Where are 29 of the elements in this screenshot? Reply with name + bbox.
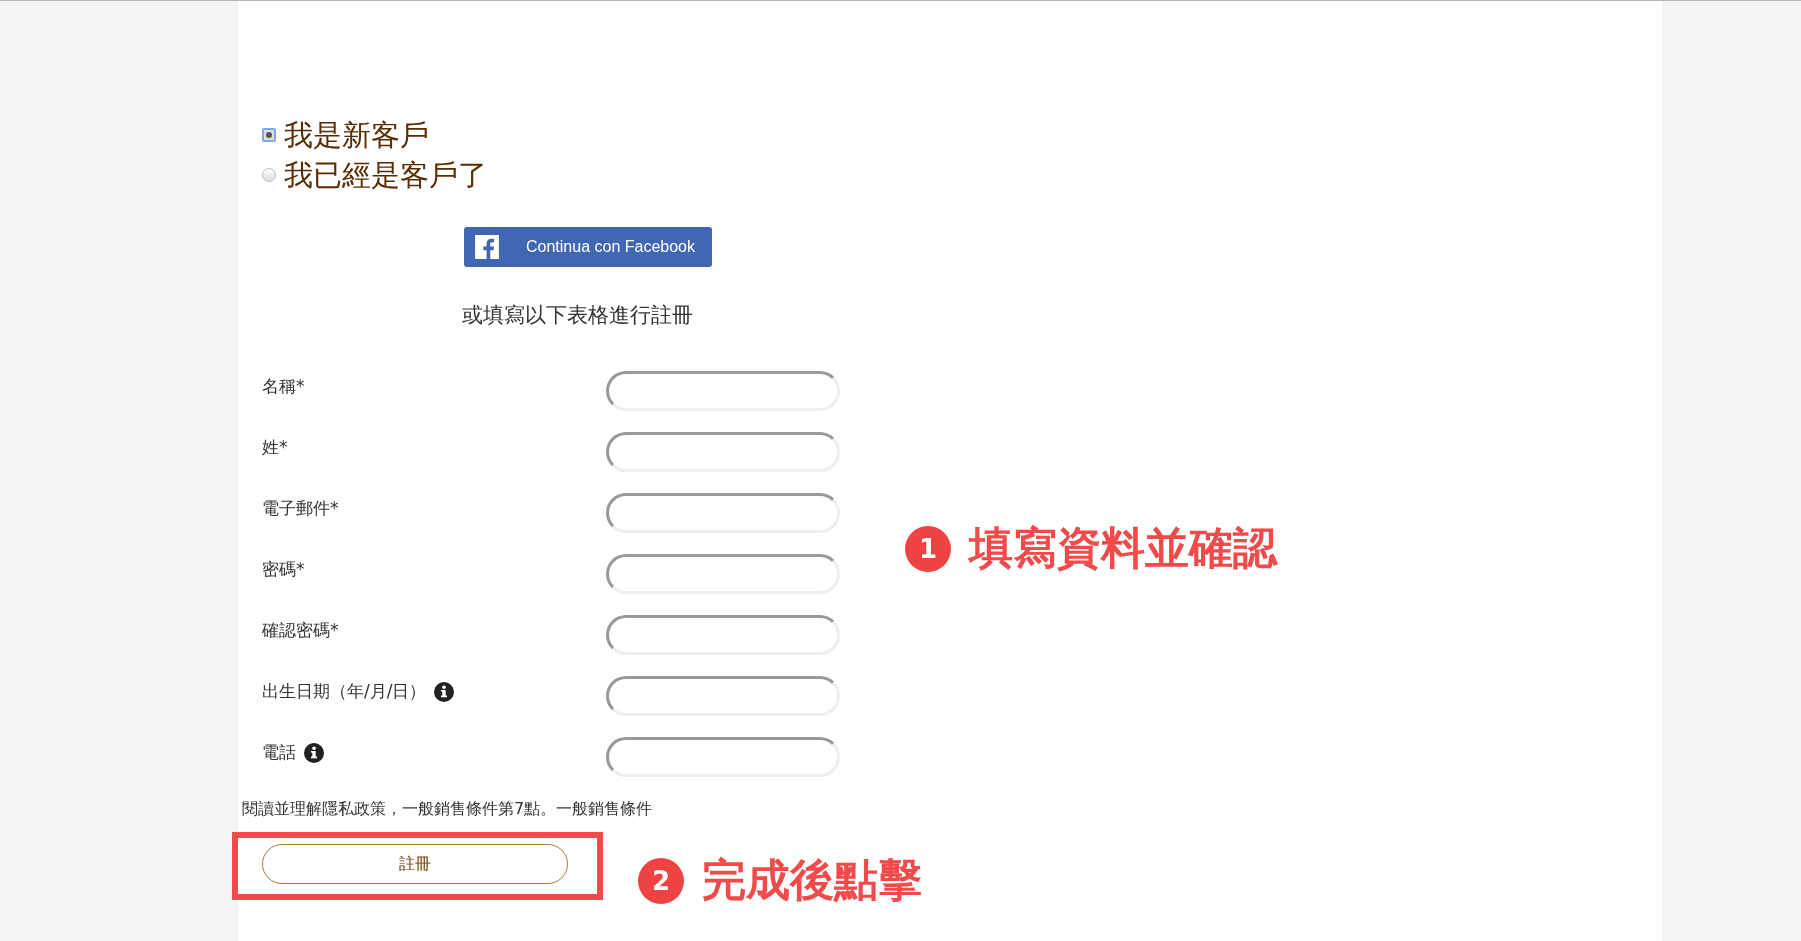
input-field[interactable] [606, 676, 840, 716]
field-label: 電話 [262, 741, 296, 764]
input-field[interactable] [606, 615, 840, 655]
facebook-icon [474, 234, 500, 260]
radio-label: 我已經是客戶了 [284, 158, 487, 193]
field-label: 名稱* [262, 375, 305, 398]
facebook-button[interactable]: Continua con Facebook [464, 227, 712, 267]
register-button[interactable]: 註冊 [262, 844, 568, 884]
input-field[interactable] [606, 371, 840, 411]
field-label: 密碼* [262, 558, 305, 581]
field-label: 姓* [262, 436, 288, 459]
field-label: 出生日期（年/月/日） [262, 680, 427, 703]
input-field[interactable] [606, 432, 840, 472]
input-field[interactable] [606, 554, 840, 594]
radio-button[interactable] [262, 128, 276, 142]
step-annotation: 完成後點擊 [702, 853, 922, 907]
or-register-text: 或填寫以下表格進行註冊 [462, 302, 694, 329]
radio-label: 我是新客戶 [284, 118, 429, 153]
step-badge: 2 [638, 857, 684, 904]
input-field[interactable] [606, 493, 840, 533]
input-field[interactable] [606, 737, 840, 777]
info-icon[interactable] [434, 681, 455, 702]
step-annotation: 填寫資料並確認 [969, 521, 1277, 575]
radio-button[interactable] [262, 168, 276, 182]
step-badge: 1 [905, 525, 951, 572]
info-icon[interactable] [304, 742, 324, 763]
field-label: 電子郵件* [262, 497, 339, 520]
privacy-text: 閱讀並理解隱私政策，一般銷售條件第7點。一般銷售條件 [242, 799, 654, 820]
field-label: 確認密碼* [262, 619, 339, 642]
